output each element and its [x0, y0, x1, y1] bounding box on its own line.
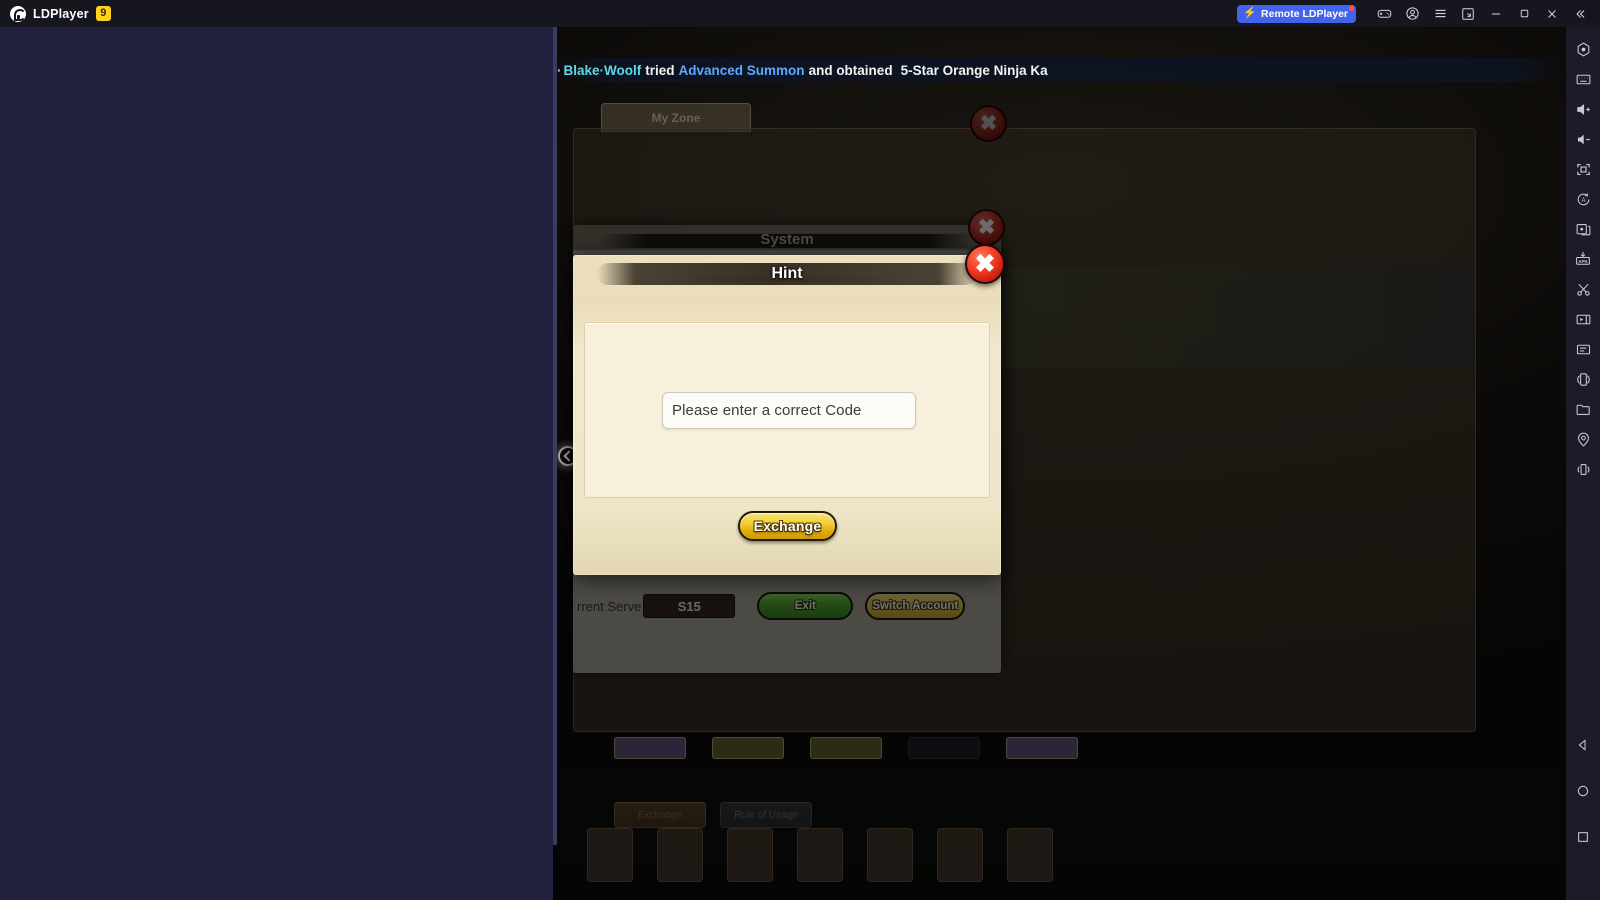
- deck-cell: [1007, 828, 1053, 882]
- deck-cell: [727, 828, 773, 882]
- close-x-icon: ✖: [977, 216, 996, 239]
- current-server-label: rrent Serve: [577, 598, 642, 614]
- android-recents-icon[interactable]: [1569, 814, 1597, 860]
- remote-ldplayer-button[interactable]: ⚡ Remote LDPlayer: [1237, 4, 1356, 23]
- back-hexagon-icon[interactable]: [1569, 34, 1597, 64]
- system-dialog-footer: rrent Serve S15 Exit Switch Account: [573, 583, 1001, 629]
- close-icon[interactable]: [1538, 0, 1566, 27]
- exchange-button[interactable]: Exchange: [738, 511, 837, 541]
- android-nav-group: [1569, 722, 1597, 900]
- deck-cell: [657, 828, 703, 882]
- gamepad-icon[interactable]: [1370, 0, 1398, 27]
- titlebar: LDPlayer 9 ⚡ Remote LDPlayer: [0, 0, 1600, 27]
- ticker-reward: 5-Star Orange Ninja Ka: [900, 62, 1048, 78]
- system-dialog-close-button[interactable]: ✖: [968, 209, 1005, 246]
- deck-cell: [867, 828, 913, 882]
- remote-ldplayer-label: Remote LDPlayer: [1261, 7, 1348, 20]
- ticker-action: Advanced Summon: [678, 62, 805, 78]
- hint-dialog-close-button[interactable]: ✖: [965, 244, 1005, 284]
- background-chip: [908, 737, 980, 759]
- deck-cell: [797, 828, 843, 882]
- fullscreen-icon[interactable]: [1569, 154, 1597, 184]
- menu-icon[interactable]: [1426, 0, 1454, 27]
- lightning-bolt-icon: ⚡: [1243, 7, 1258, 19]
- brand: LDPlayer 9: [0, 5, 111, 22]
- install-apk-icon[interactable]: APK: [1569, 244, 1597, 274]
- location-pin-icon[interactable]: [1569, 424, 1597, 454]
- background-chip: [810, 737, 882, 759]
- collapse-icon[interactable]: [1566, 0, 1594, 27]
- auto-rotate-icon[interactable]: A: [1569, 184, 1597, 214]
- close-x-icon: ✖: [974, 249, 996, 278]
- titlebar-controls: ⚡ Remote LDPlayer: [1237, 0, 1600, 27]
- keyboard-icon[interactable]: [1569, 64, 1597, 94]
- android-back-icon[interactable]: [1569, 722, 1597, 768]
- emulator-left-edge: [553, 27, 557, 845]
- hint-message-box: Please enter a correct Code: [662, 392, 916, 429]
- file-manager-icon[interactable]: [1569, 394, 1597, 424]
- hint-dialog-title: Hint: [771, 265, 803, 282]
- ticker-player-name: Blake·Woolf: [563, 62, 642, 78]
- ticker-verb: tried: [645, 62, 675, 78]
- synchronizer-icon[interactable]: [1569, 334, 1597, 364]
- deck-cell: [587, 828, 633, 882]
- new-instance-icon[interactable]: [1454, 0, 1482, 27]
- background-bottom-deck: [553, 770, 1566, 900]
- android-home-icon[interactable]: [1569, 768, 1597, 814]
- minimize-icon[interactable]: [1482, 0, 1510, 27]
- notification-dot: [1349, 5, 1354, 11]
- close-x-icon: ✖: [979, 112, 998, 135]
- news-ticker: · Blake·Woolf tried Advanced Summon and …: [553, 58, 1566, 82]
- switch-account-button[interactable]: Switch Account: [865, 592, 966, 620]
- screen-record-icon[interactable]: [1569, 304, 1597, 334]
- system-dialog-title: System: [760, 231, 814, 248]
- emulator-screen: · Blake·Woolf tried Advanced Summon and …: [553, 27, 1566, 900]
- maximize-icon[interactable]: [1510, 0, 1538, 27]
- ldplayer-window: LDPlayer 9 ⚡ Remote LDPlayer · Blake·Woo…: [0, 0, 1600, 900]
- ticker-connector: and obtained: [808, 62, 893, 78]
- hint-dialog-header: Hint: [573, 255, 1001, 297]
- multi-instance-icon[interactable]: [1569, 214, 1597, 244]
- brand-name: LDPlayer: [33, 6, 89, 21]
- background-chip: [614, 737, 686, 759]
- ticker-prefix: ·: [557, 62, 562, 78]
- background-chip: [712, 737, 784, 759]
- exchange-button-label: Exchange: [753, 518, 822, 534]
- hint-dialog-body: Please enter a correct Code: [584, 322, 990, 498]
- version-badge: 9: [95, 6, 111, 21]
- shake-icon[interactable]: [1569, 454, 1597, 484]
- background-chip-row: [614, 735, 1474, 761]
- hint-message-text: Please enter a correct Code: [672, 402, 862, 419]
- screenshot-scissors-icon[interactable]: [1569, 274, 1597, 304]
- rotate-screen-icon[interactable]: [1569, 364, 1597, 394]
- background-close-button[interactable]: ✖: [970, 105, 1007, 142]
- background-chip: [1006, 737, 1078, 759]
- server-value: S15: [643, 594, 736, 618]
- svg-text:APK: APK: [1578, 259, 1588, 264]
- svg-text:A: A: [1581, 197, 1585, 203]
- exit-button[interactable]: Exit: [757, 592, 854, 620]
- volume-down-icon[interactable]: [1569, 124, 1597, 154]
- deck-cell: [937, 828, 983, 882]
- volume-up-icon[interactable]: [1569, 94, 1597, 124]
- tool-rail: A APK: [1566, 27, 1600, 900]
- hint-dialog: Hint Please enter a correct Code Exchang…: [573, 255, 1001, 575]
- ldplayer-logo-icon: [10, 5, 26, 22]
- account-icon[interactable]: [1398, 0, 1426, 27]
